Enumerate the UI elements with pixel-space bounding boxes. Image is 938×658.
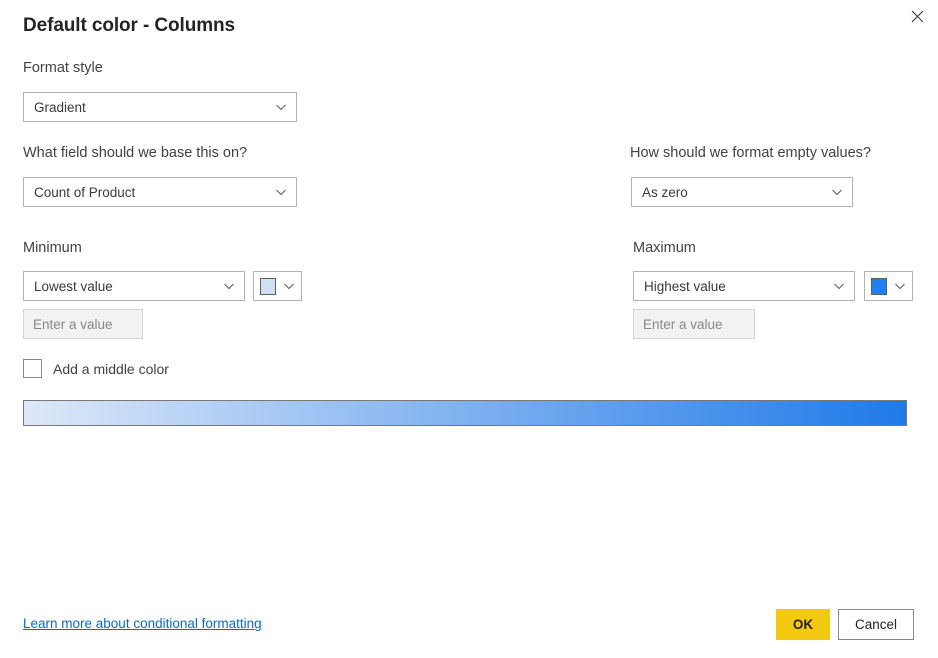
format-style-dropdown[interactable]: Gradient: [23, 92, 297, 122]
cancel-button[interactable]: Cancel: [838, 609, 914, 640]
add-middle-color-row[interactable]: Add a middle color: [23, 359, 169, 378]
base-field-dropdown[interactable]: Count of Product: [23, 177, 297, 207]
maximum-dropdown[interactable]: Highest value: [633, 271, 855, 301]
add-middle-color-checkbox[interactable]: [23, 359, 42, 378]
maximum-value-input[interactable]: [633, 309, 755, 339]
chevron-down-icon: [830, 185, 844, 199]
learn-more-link[interactable]: Learn more about conditional formatting: [23, 616, 262, 631]
page-title: Default color - Columns: [23, 15, 235, 37]
chevron-down-icon: [832, 279, 846, 293]
base-field-value: Count of Product: [34, 185, 268, 200]
close-icon[interactable]: [902, 2, 932, 30]
maximum-label: Maximum: [633, 240, 696, 256]
conditional-formatting-dialog: Default color - Columns Format style Gra…: [0, 0, 938, 658]
minimum-value: Lowest value: [34, 279, 216, 294]
maximum-value: Highest value: [644, 279, 826, 294]
gradient-preview-bar: [23, 400, 907, 426]
empty-values-value: As zero: [642, 185, 824, 200]
minimum-value-input[interactable]: [23, 309, 143, 339]
empty-values-label: How should we format empty values?: [630, 145, 871, 161]
format-style-value: Gradient: [34, 100, 268, 115]
add-middle-color-label: Add a middle color: [53, 361, 169, 377]
ok-button[interactable]: OK: [776, 609, 830, 640]
chevron-down-icon: [274, 100, 288, 114]
empty-values-dropdown[interactable]: As zero: [631, 177, 853, 207]
format-style-label: Format style: [23, 60, 103, 76]
chevron-down-icon: [282, 279, 296, 293]
minimum-label: Minimum: [23, 240, 82, 256]
minimum-dropdown[interactable]: Lowest value: [23, 271, 245, 301]
close-glyph: [911, 10, 924, 23]
minimum-color-picker[interactable]: [253, 271, 302, 301]
maximum-color-picker[interactable]: [864, 271, 913, 301]
maximum-color-swatch: [871, 278, 887, 295]
minimum-color-swatch: [260, 278, 276, 295]
chevron-down-icon: [893, 279, 907, 293]
chevron-down-icon: [222, 279, 236, 293]
chevron-down-icon: [274, 185, 288, 199]
base-field-label: What field should we base this on?: [23, 145, 247, 161]
